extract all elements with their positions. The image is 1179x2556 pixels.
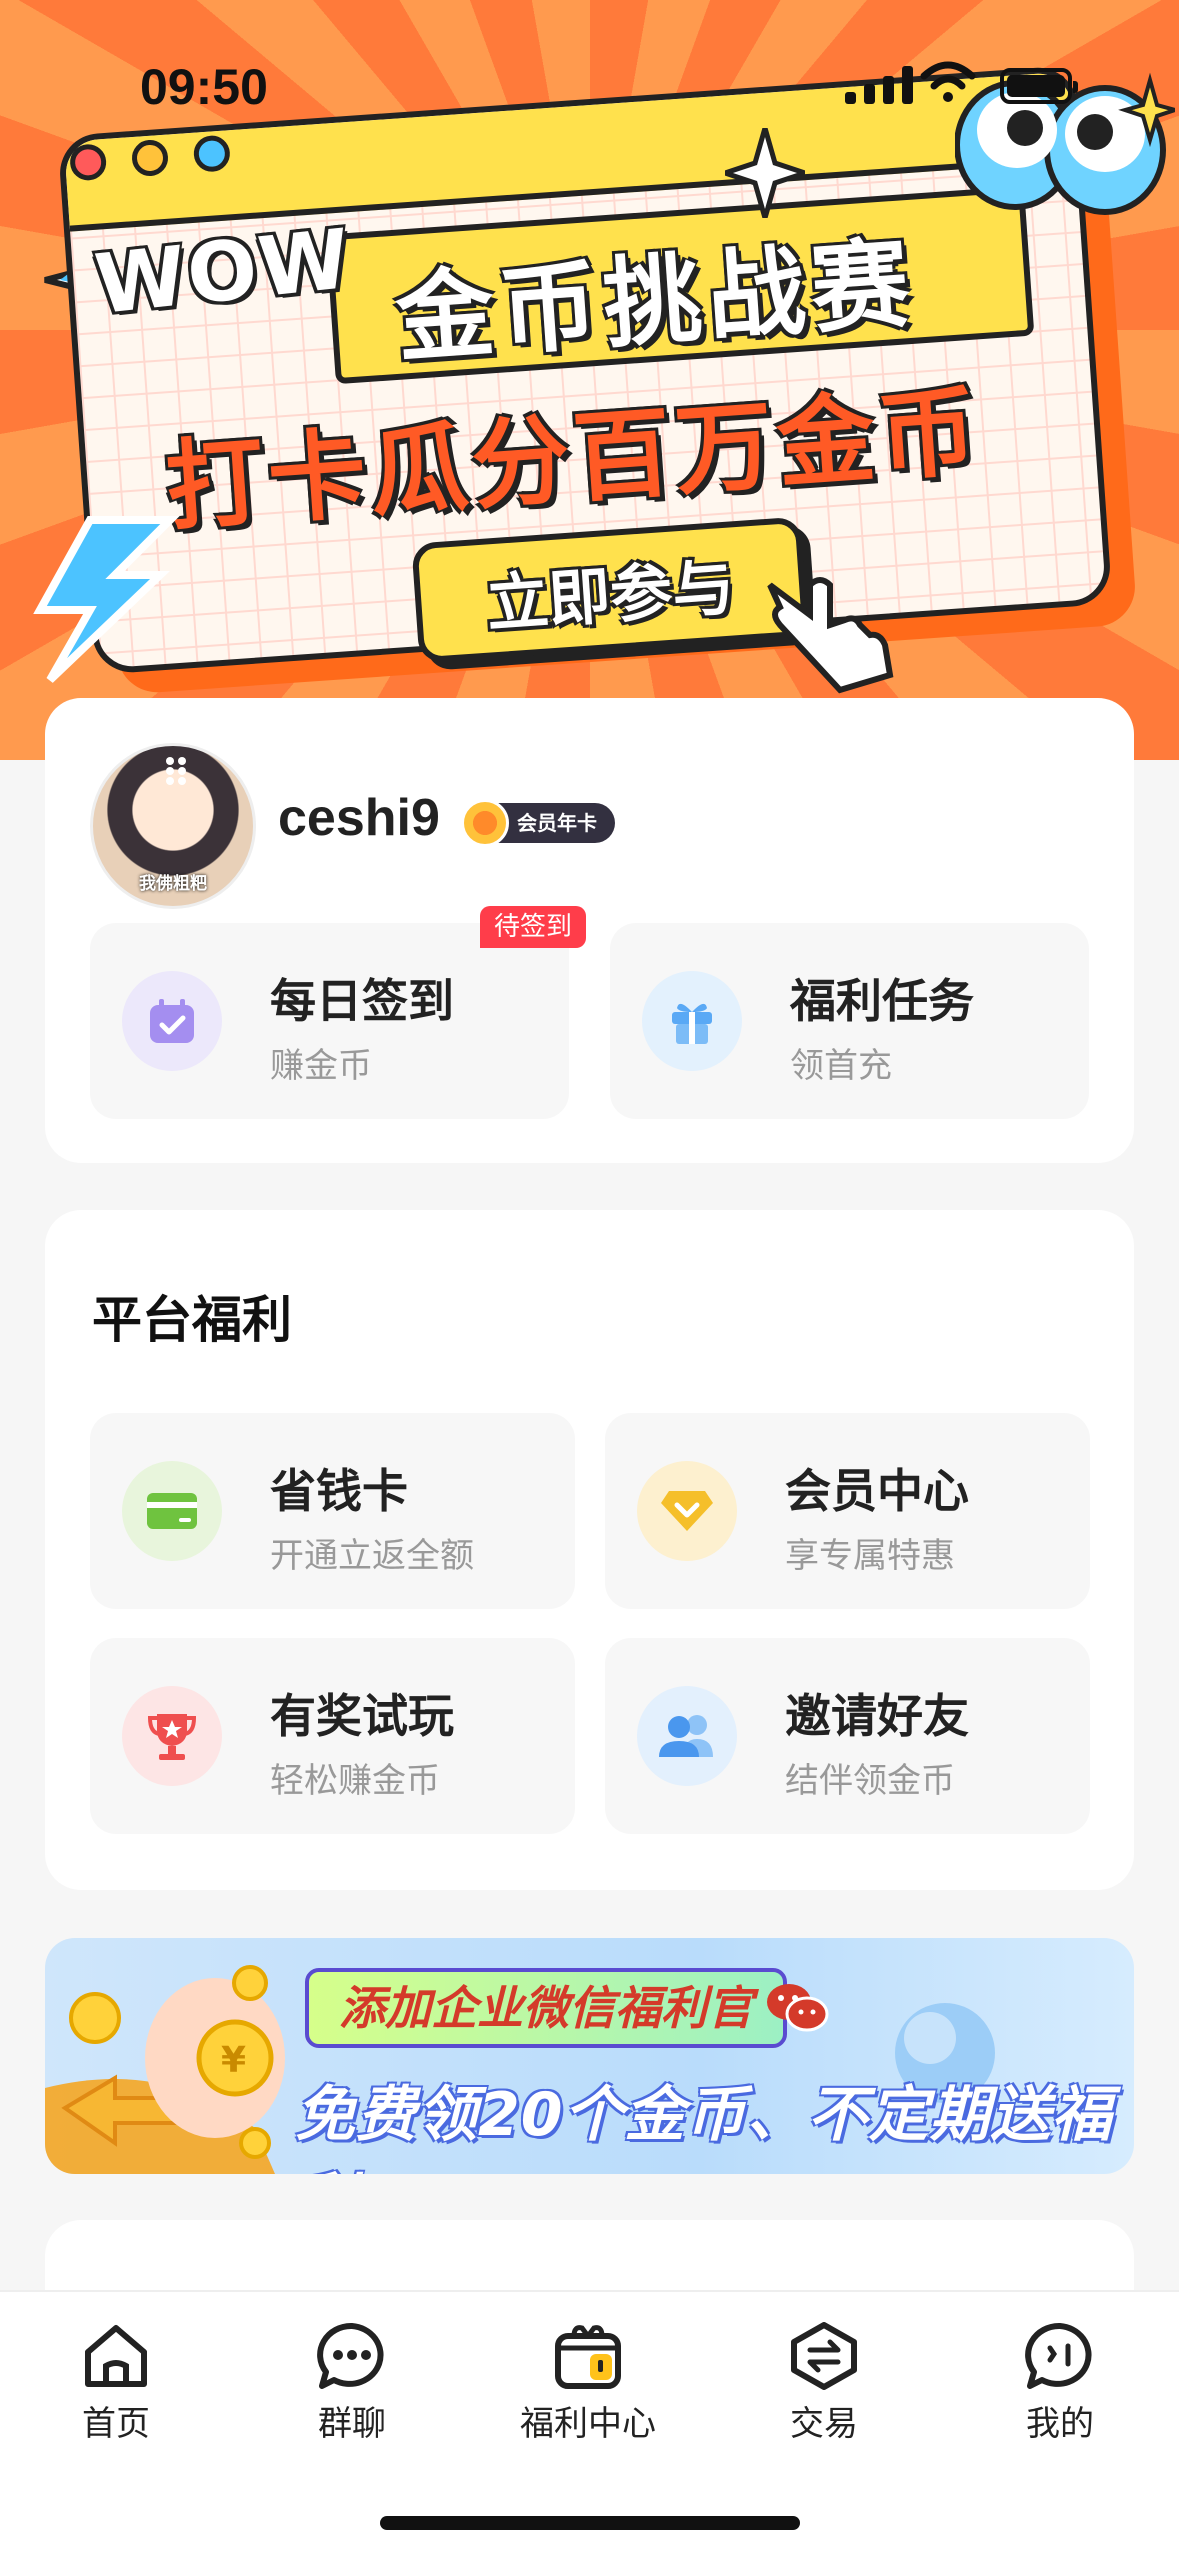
tile-title: 省钱卡 (270, 1464, 408, 1518)
card-icon (122, 1461, 222, 1561)
friends-icon (637, 1686, 737, 1786)
welfare-bag-icon (555, 2325, 621, 2389)
daily-checkin-tile[interactable]: 每日签到 赚金币 (90, 923, 569, 1119)
tile-title: 有奖试玩 (270, 1689, 454, 1743)
saving-card-tile[interactable]: 省钱卡 开通立返全额 (90, 1413, 575, 1609)
wechat-icon (767, 1984, 829, 2032)
lightning-icon (33, 516, 180, 683)
trophy-icon (122, 1686, 222, 1786)
hero-banner[interactable]: 金币挑战赛 打卡瓜分百万金币 WOW 立即参与 09:50 (0, 0, 1179, 760)
wifi-icon (920, 61, 976, 102)
tile-title: 福利任务 (790, 974, 974, 1028)
tab-mine[interactable]: 我的 (960, 2322, 1160, 2445)
chat-icon (317, 2322, 384, 2389)
profile-card: 我佛粗粑 ceshi9 会员年卡 每日签到 赚金币 福利任务 领首充 (45, 698, 1134, 1163)
welfare-tasks-tile[interactable]: 福利任务 领首充 (610, 923, 1089, 1119)
calendar-check-icon (122, 971, 222, 1071)
tile-subtitle: 开通立返全额 (270, 1536, 474, 1576)
profile-icon (1025, 2322, 1092, 2389)
tile-subtitle: 享专属特惠 (785, 1536, 955, 1576)
pending-checkin-badge: 待签到 (480, 906, 587, 948)
tab-trade[interactable]: 交易 (724, 2322, 924, 2445)
avatar-sticker-icon (166, 757, 186, 785)
status-time: 09:50 (140, 59, 268, 115)
tab-label: 我的 (1026, 2404, 1094, 2444)
vip-badge-label: 会员年卡 (517, 811, 597, 835)
vip-badge[interactable]: 会员年卡 (461, 799, 615, 847)
trade-icon (791, 2322, 857, 2390)
wechat-banner-main: 免费领20个金币、不定期送福利 (295, 2080, 1113, 2174)
tile-title: 邀请好友 (785, 1689, 969, 1743)
username: ceshi9 (278, 789, 440, 847)
tab-label: 群聊 (318, 2404, 386, 2444)
signal-icon (845, 66, 913, 104)
gift-icon (642, 971, 742, 1071)
pointer-hand-icon (767, 577, 894, 694)
tile-subtitle: 赚金币 (270, 1046, 372, 1086)
tile-subtitle: 结伴领金币 (785, 1761, 955, 1801)
svg-text:¥: ¥ (221, 2040, 246, 2081)
home-icon (85, 2325, 147, 2387)
wechat-banner-tag: 添加企业微信福利官 (305, 1968, 787, 2048)
section-title: 平台福利 (92, 1291, 292, 1349)
tab-welfare-center[interactable]: 福利中心 (488, 2322, 688, 2445)
wechat-welfare-banner[interactable]: ¥ 添加企业微信福利官 免费领20个金币、不定期送福利 (45, 1938, 1134, 2174)
tab-label: 福利中心 (520, 2404, 656, 2444)
home-indicator (380, 2516, 800, 2530)
tile-subtitle: 轻松赚金币 (270, 1761, 440, 1801)
platform-welfare-card: 平台福利 省钱卡 开通立返全额 会员中心 享专属特惠 有奖试玩 轻松赚金币 邀请… (45, 1210, 1134, 1890)
battery-icon (1000, 68, 1078, 104)
status-bar: 09:50 (0, 0, 1179, 170)
tab-label: 交易 (790, 2404, 858, 2444)
tab-label: 首页 (82, 2404, 150, 2444)
tab-group-chat[interactable]: 群聊 (252, 2322, 452, 2445)
trial-play-tile[interactable]: 有奖试玩 轻松赚金币 (90, 1638, 575, 1834)
tab-home[interactable]: 首页 (16, 2322, 216, 2445)
invite-friends-tile[interactable]: 邀请好友 结伴领金币 (605, 1638, 1090, 1834)
tile-title: 会员中心 (785, 1464, 969, 1518)
wechat-banner-tag-text: 添加企业微信福利官 (339, 1981, 753, 2035)
avatar[interactable]: 我佛粗粑 (90, 743, 256, 909)
tile-subtitle: 领首充 (790, 1046, 892, 1086)
medal-icon (461, 799, 509, 847)
diamond-icon (637, 1461, 737, 1561)
member-center-tile[interactable]: 会员中心 享专属特惠 (605, 1413, 1090, 1609)
avatar-caption: 我佛粗粑 (139, 874, 207, 894)
tile-title: 每日签到 (270, 974, 454, 1028)
